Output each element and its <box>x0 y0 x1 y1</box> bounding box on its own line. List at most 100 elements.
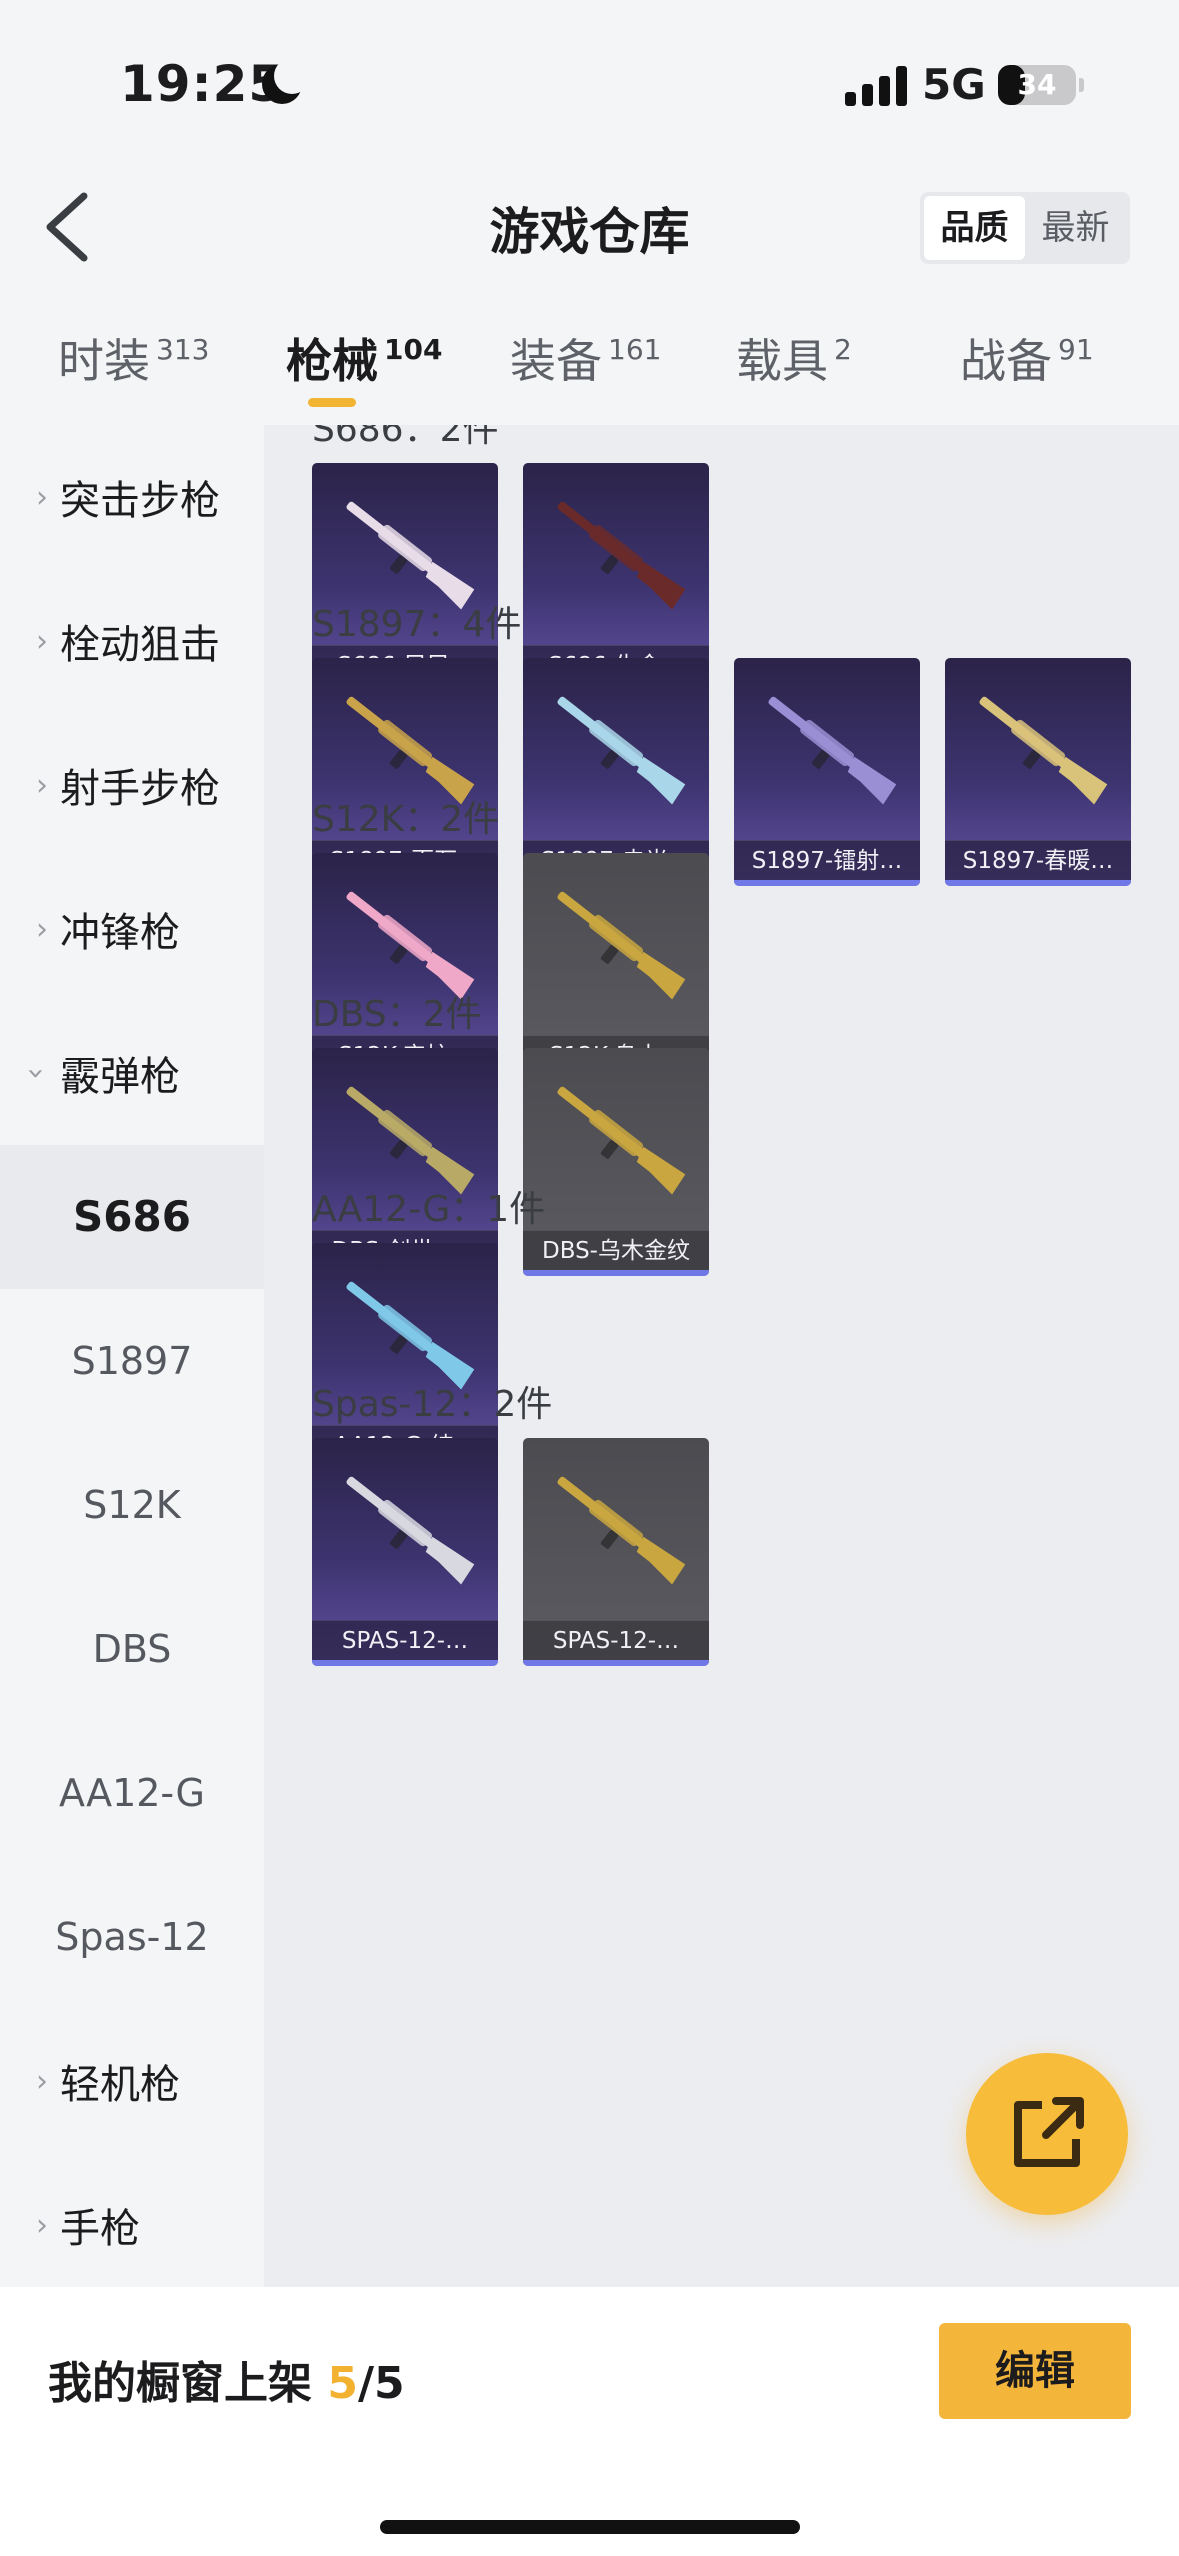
weapon-card[interactable]: SPAS-12-… <box>523 1438 709 1666</box>
cellular-signal-icon <box>845 66 907 106</box>
sidebar-item-shotgun[interactable]: › 霰弹枪 <box>0 1001 264 1145</box>
category-sidebar: › 突击步枪 › 栓动狙击 › 射手步枪 › 冲锋枪 › 霰弹枪 S686 S1897 S… <box>0 425 264 2287</box>
group-title: DBS：2件 <box>312 994 482 1035</box>
sidebar-item-label: 突击步枪 <box>60 478 220 524</box>
sidebar-item-pistol[interactable]: › 手枪 <box>0 2153 264 2297</box>
sort-toggle[interactable]: 品质 最新 <box>920 192 1130 264</box>
battery-icon: 34 <box>998 65 1076 105</box>
status-bar: 19:25 5G 34 <box>0 0 1179 170</box>
sort-option-quality[interactable]: 品质 <box>924 196 1025 260</box>
weapon-name: SPAS-12-… <box>523 1620 709 1660</box>
weapon-card[interactable]: S1897-春暖… <box>945 658 1131 886</box>
edit-button[interactable]: 编辑 <box>939 2323 1131 2419</box>
tab-label: 装备 <box>510 334 602 388</box>
weapon-skin-icon <box>557 696 686 805</box>
tab-label: 战备 <box>960 334 1052 388</box>
rarity-bar <box>523 1660 709 1666</box>
sidebar-subitem-spas12[interactable]: Spas-12 <box>0 1865 264 2009</box>
battery-tip <box>1079 78 1084 92</box>
chevron-down-icon: › <box>18 1067 54 1079</box>
status-time: 19:25 <box>120 55 285 113</box>
sidebar-item-smg[interactable]: › 冲锋枪 <box>0 857 264 1001</box>
chevron-right-icon: › <box>36 623 48 659</box>
do-not-disturb-moon-icon <box>262 58 310 104</box>
weapon-card[interactable]: S1897-电光… <box>523 658 709 886</box>
showcase-label: 我的橱窗上架 <box>48 2358 312 2409</box>
group-title: S12K：2件 <box>312 799 500 840</box>
weapon-skin-icon <box>979 696 1108 805</box>
rarity-bar <box>945 880 1131 886</box>
weapon-name: S1897-镭射… <box>734 840 920 880</box>
sidebar-item-label: 射手步枪 <box>60 766 220 812</box>
sidebar-item-marksman-rifle[interactable]: › 射手步枪 <box>0 713 264 857</box>
chevron-right-icon: › <box>36 767 48 803</box>
sidebar-subitem-s1897[interactable]: S1897 <box>0 1289 264 1433</box>
share-export-button[interactable] <box>966 2053 1128 2215</box>
weapon-skin-icon <box>557 1476 686 1585</box>
share-export-icon <box>1014 2097 1084 2167</box>
tab-firearms[interactable]: 枪械 104 <box>286 325 442 391</box>
rarity-bar <box>523 1270 709 1276</box>
sidebar-item-label: 手枪 <box>60 2206 140 2252</box>
group-title: S1897：4件 <box>312 604 522 645</box>
sidebar-subitem-dbs[interactable]: DBS <box>0 1577 264 1721</box>
sidebar-item-label: 冲锋枪 <box>60 910 180 956</box>
tab-count: 91 <box>1058 333 1094 366</box>
showcase-total: /5 <box>357 2358 405 2409</box>
group-title: Spas-12：2件 <box>312 1384 553 1425</box>
sidebar-subitem-aa12g[interactable]: AA12-G <box>0 1721 264 1865</box>
tab-vehicles[interactable]: 载具 2 <box>736 325 852 391</box>
rarity-bar <box>312 1660 498 1666</box>
weapon-name: SPAS-12-… <box>312 1620 498 1660</box>
sidebar-item-bolt-sniper[interactable]: › 栓动狙击 <box>0 569 264 713</box>
weapon-name: DBS-乌木金纹 <box>523 1230 709 1270</box>
tab-label: 时装 <box>58 334 150 388</box>
home-indicator[interactable] <box>380 2520 800 2534</box>
tab-equipment[interactable]: 装备 161 <box>510 325 661 391</box>
weapon-skin-icon <box>557 501 686 610</box>
sort-option-newest[interactable]: 最新 <box>1025 196 1126 260</box>
chevron-right-icon: › <box>36 2207 48 2243</box>
rarity-bar <box>734 880 920 886</box>
weapon-card[interactable]: S12K-乌木… <box>523 853 709 1081</box>
tab-outfits[interactable]: 时装 313 <box>58 325 209 391</box>
sidebar-item-label: 栓动狙击 <box>60 622 220 668</box>
weapon-skin-icon <box>557 1086 686 1195</box>
weapon-card[interactable]: AA12-G-纯… <box>312 1243 498 1471</box>
sidebar-item-label: 轻机枪 <box>60 2062 180 2108</box>
tab-count: 104 <box>384 333 443 366</box>
showcase-current-count: 5 <box>327 2358 358 2409</box>
network-type: 5G <box>922 60 986 109</box>
weapon-card[interactable]: DBS-创世 · … <box>312 1048 498 1276</box>
tab-supplies[interactable]: 战备 91 <box>960 325 1094 391</box>
weapon-skin-icon <box>346 1476 475 1585</box>
weapon-grid: S686：2件 S686-巳巳…S686-生命…S1897：4件 S1897-百万…… <box>264 425 1179 2287</box>
tab-count: 2 <box>834 333 852 366</box>
showcase-summary: 我的橱窗上架 5/5 <box>48 2347 405 2411</box>
weapon-card[interactable]: S1897-百万… <box>312 658 498 886</box>
sidebar-subitem-s686[interactable]: S686 <box>0 1145 264 1289</box>
weapon-card[interactable]: S686-巳巳… <box>312 463 498 691</box>
weapon-card[interactable]: S1897-镭射… <box>734 658 920 886</box>
chevron-right-icon: › <box>36 2063 48 2099</box>
weapon-card[interactable]: SPAS-12-… <box>312 1438 498 1666</box>
weapon-skin-icon <box>557 891 686 1000</box>
tab-label: 枪械 <box>286 334 378 388</box>
weapon-card[interactable]: S686-生命… <box>523 463 709 691</box>
tab-count: 161 <box>608 333 662 366</box>
weapon-card[interactable]: DBS-乌木金纹 <box>523 1048 709 1276</box>
sidebar-subitem-s12k[interactable]: S12K <box>0 1433 264 1577</box>
chevron-right-icon: › <box>36 911 48 947</box>
sidebar-item-label: 霰弹枪 <box>60 1054 180 1100</box>
tab-label: 载具 <box>736 334 828 388</box>
group-title: S686：2件 <box>312 425 499 450</box>
active-tab-indicator <box>308 398 356 407</box>
sidebar-item-assault-rifle[interactable]: › 突击步枪 <box>0 425 264 569</box>
battery-percent: 34 <box>1017 68 1057 101</box>
weapon-card[interactable]: S12K-守护… <box>312 853 498 1081</box>
sidebar-item-lmg[interactable]: › 轻机枪 <box>0 2009 264 2153</box>
tab-count: 313 <box>156 333 210 366</box>
chevron-right-icon: › <box>36 479 48 515</box>
group-title: AA12-G：1件 <box>312 1189 546 1230</box>
weapon-name: S1897-春暖… <box>945 840 1131 880</box>
